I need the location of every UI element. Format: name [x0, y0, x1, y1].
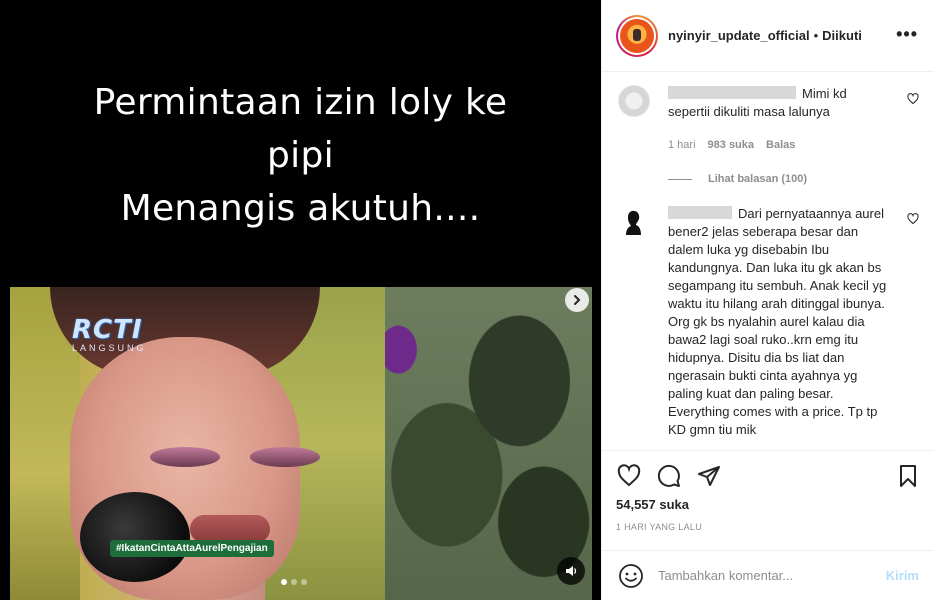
more-options-icon[interactable]: ••• — [896, 24, 918, 45]
post-media[interactable]: Permintaan izin loly ke pipi Menangis ak… — [0, 0, 601, 600]
eye-right — [250, 447, 320, 467]
comment-meta: 1 hari 983 suka Balas — [668, 139, 919, 151]
channel-logo: RCTI LANGSUNG — [72, 315, 147, 353]
emoji-icon[interactable] — [618, 563, 644, 589]
comment-icon — [657, 464, 680, 487]
commenter-avatar[interactable] — [618, 205, 650, 237]
commenter-avatar[interactable] — [618, 85, 650, 117]
comment-item: Dari pernyataannya aurel bener2 jelas se… — [618, 205, 919, 439]
channel-logo-text: RCTI — [72, 315, 143, 345]
caption-line: Menangis akutuh.... — [120, 188, 481, 229]
caption-line: pipi — [267, 135, 334, 176]
channel-logo-sub: LANGSUNG — [72, 343, 147, 353]
carousel-dot — [281, 579, 287, 585]
comment-input[interactable] — [658, 568, 886, 583]
header-separator: • — [813, 28, 819, 43]
avatar-image — [620, 18, 654, 53]
post-time[interactable]: 1 HARI YANG LALU — [616, 522, 921, 532]
share-button[interactable] — [696, 463, 722, 489]
comment-item: Mimi kd sepertii dikuliti masa lalunya 1… — [618, 85, 919, 185]
lips — [190, 515, 270, 543]
action-icons — [616, 463, 921, 489]
comment-button[interactable] — [656, 463, 682, 489]
comment-composer: Kirim — [602, 550, 934, 600]
follow-status-button[interactable]: Diikuti — [822, 28, 862, 43]
heart-icon — [617, 464, 641, 487]
speaker-icon — [566, 566, 577, 576]
background-foliage — [350, 287, 592, 600]
view-replies-label: Lihat balasan (100) — [708, 173, 808, 185]
view-replies-button[interactable]: Lihat balasan (100) — [668, 173, 919, 185]
redacted-username — [668, 206, 732, 219]
send-icon — [698, 466, 720, 486]
post-panel: nyinyir_update_official • Diikuti ••• Mi… — [601, 0, 934, 600]
avatar[interactable] — [616, 14, 658, 57]
username-link[interactable]: nyinyir_update_official — [668, 28, 810, 43]
comment-body: Mimi kd sepertii dikuliti masa lalunya — [668, 85, 919, 121]
silhouette-icon — [626, 210, 641, 235]
bookmark-icon — [900, 465, 916, 487]
chevron-right-icon — [574, 295, 581, 305]
next-slide-button[interactable] — [565, 288, 589, 312]
redacted-username — [668, 86, 796, 99]
post-comment-button[interactable]: Kirim — [886, 568, 919, 583]
replies-divider — [668, 178, 692, 180]
audio-toggle-button[interactable] — [557, 557, 585, 585]
comment-time[interactable]: 1 hari — [668, 139, 696, 151]
comment-like-icon[interactable] — [907, 93, 919, 105]
reply-button[interactable]: Balas — [766, 139, 795, 151]
carousel-dot — [291, 579, 297, 585]
hashtag-banner: #IkatanCintaAttaAurelPengajian — [110, 540, 274, 557]
microphone — [80, 492, 190, 582]
comments-list[interactable]: Mimi kd sepertii dikuliti masa lalunya 1… — [602, 73, 934, 450]
caption-line: Permintaan izin loly ke — [93, 82, 508, 123]
video-frame: RCTI LANGSUNG #IkatanCintaAttaAurelPenga… — [10, 287, 592, 600]
comment-like-icon[interactable] — [907, 213, 919, 225]
comment-body: Dari pernyataannya aurel bener2 jelas se… — [668, 205, 919, 439]
carousel-dot — [301, 579, 307, 585]
comment-text: Dari pernyataannya aurel bener2 jelas se… — [668, 206, 887, 437]
like-button[interactable] — [616, 463, 642, 489]
carousel-dots — [281, 579, 307, 585]
post-header: nyinyir_update_official • Diikuti ••• — [602, 0, 934, 72]
likes-count[interactable]: 54,557 suka — [616, 497, 921, 512]
eye-left — [150, 447, 220, 467]
caption-overlay: Permintaan izin loly ke pipi Menangis ak… — [0, 76, 601, 235]
post-actions: 54,557 suka 1 HARI YANG LALU — [602, 450, 934, 550]
comment-likes[interactable]: 983 suka — [708, 139, 754, 151]
save-button[interactable] — [895, 463, 921, 489]
